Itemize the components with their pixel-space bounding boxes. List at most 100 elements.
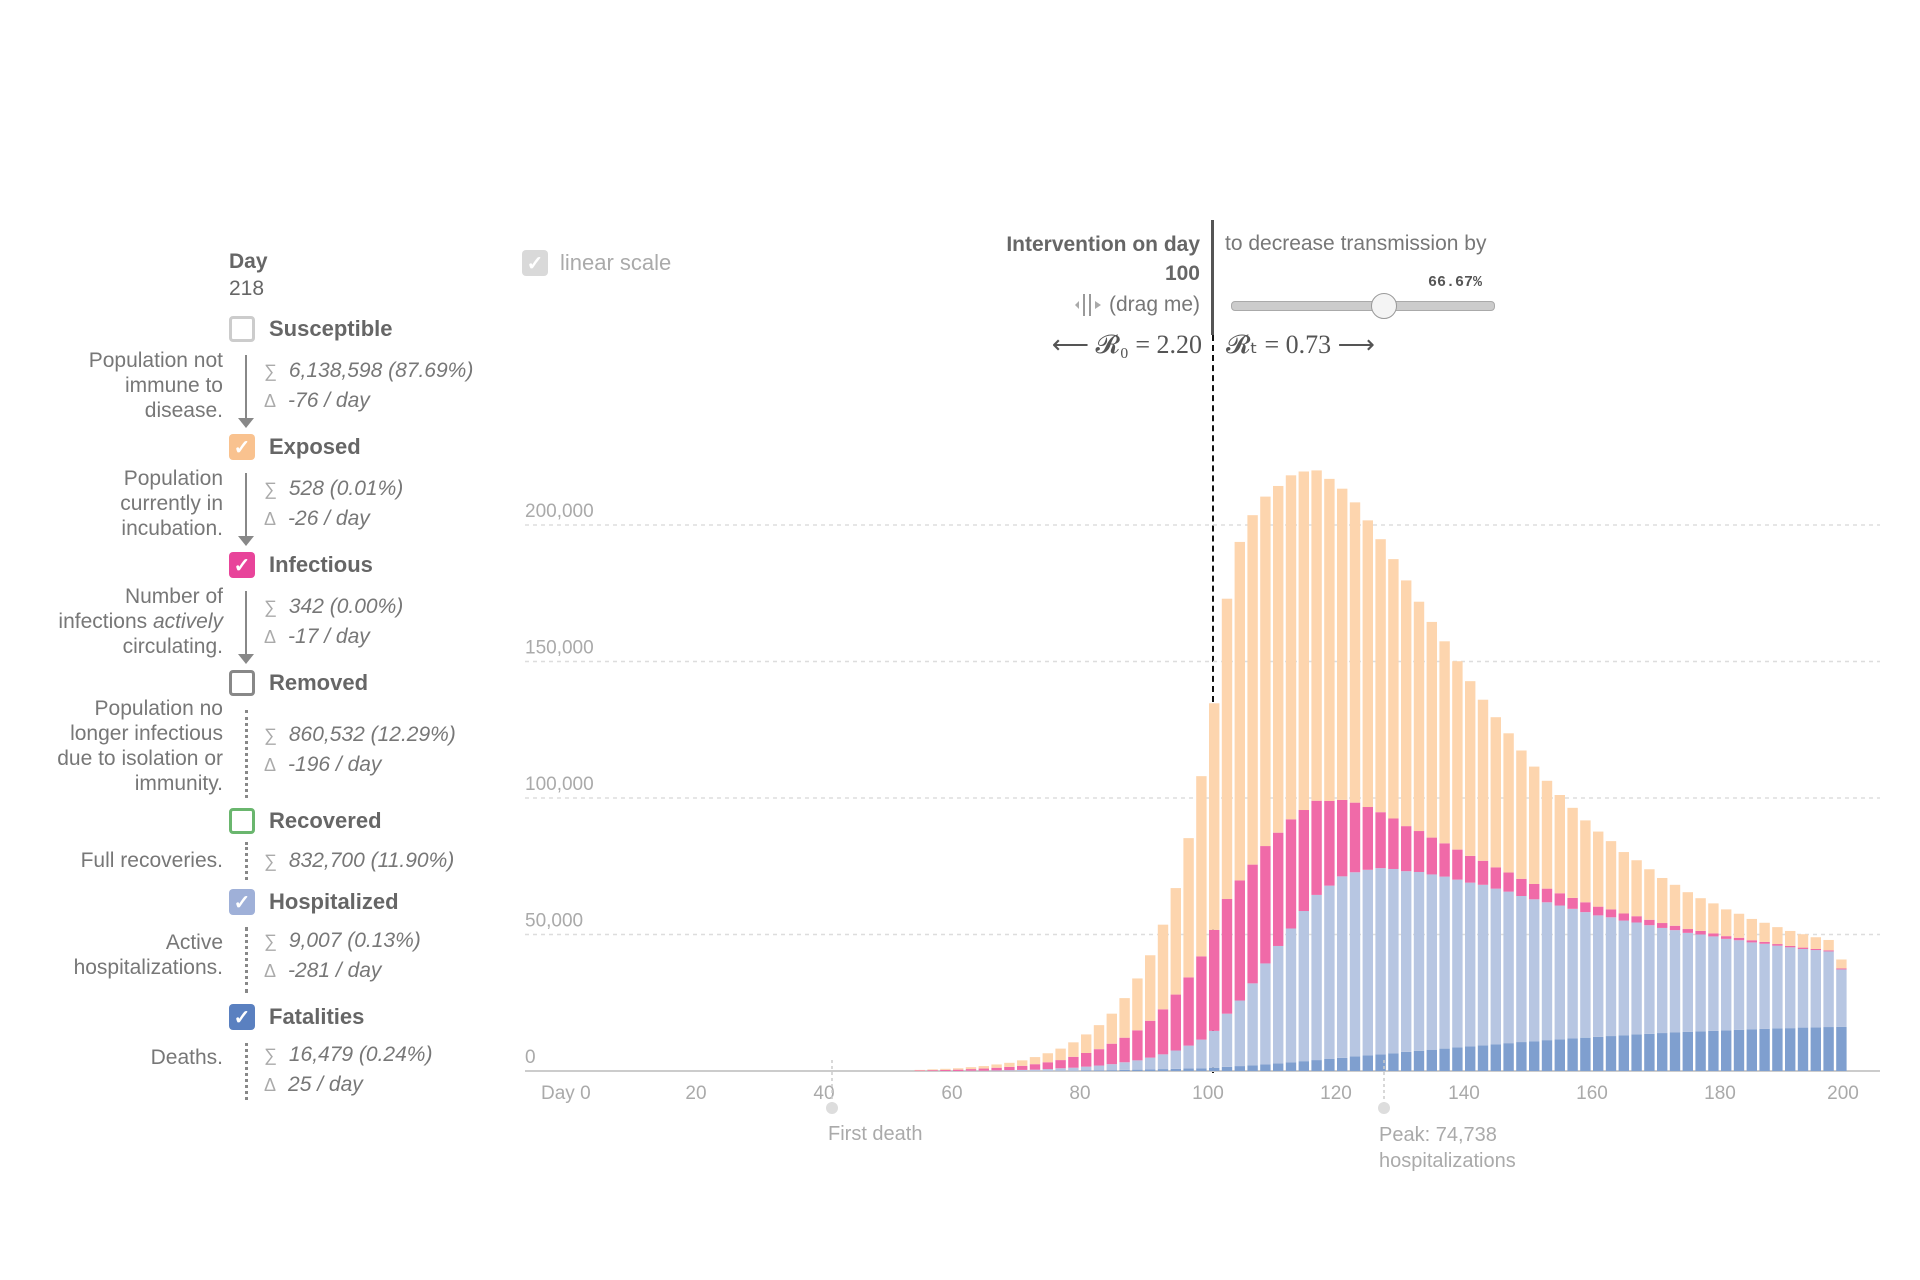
bar-fatalities	[1631, 1034, 1642, 1071]
bar-hospitalized	[1554, 905, 1565, 1040]
bar-exposed	[1644, 869, 1655, 920]
bar-fatalities	[1081, 1070, 1092, 1071]
y-tick-label: 150,000	[525, 638, 594, 659]
intervention-marker-line[interactable]	[1211, 220, 1214, 335]
bar-fatalities	[1605, 1036, 1617, 1071]
bar-hospitalized	[1772, 945, 1783, 1029]
sum-value: ∑ 16,479 (0.24%)	[264, 1043, 433, 1066]
bar-infectious	[1170, 994, 1181, 1051]
decrease-transmission-text: to decrease transmission by	[1225, 232, 1487, 255]
bar-fatalities	[1234, 1066, 1245, 1071]
compartment-removed[interactable]: Removed	[229, 670, 368, 696]
bar-fatalities	[1772, 1028, 1783, 1071]
sum-value: ∑ 832,700 (11.90%)	[264, 849, 455, 872]
bar-exposed	[1375, 539, 1386, 813]
arrow-down-icon	[238, 654, 254, 664]
compartment-label: Recovered	[269, 808, 382, 833]
transmission-slider-track[interactable]	[1231, 301, 1495, 311]
bar-hospitalized	[1657, 927, 1668, 1034]
bar-fatalities	[1375, 1054, 1386, 1071]
arrow-down-icon	[238, 418, 254, 428]
compartment-susceptible[interactable]: Susceptible	[229, 316, 392, 342]
annotation-first-death: First death	[828, 1123, 922, 1145]
bar-fatalities	[1567, 1038, 1578, 1071]
susceptible-checkbox[interactable]	[229, 316, 255, 342]
delta-icon: Δ	[264, 961, 277, 981]
bar-hospitalized	[1273, 945, 1284, 1064]
bar-fatalities	[1682, 1031, 1693, 1071]
bar-fatalities	[1260, 1064, 1271, 1071]
bar-exposed	[1554, 794, 1565, 894]
bar-hospitalized	[1452, 879, 1463, 1048]
bar-fatalities	[1618, 1035, 1629, 1071]
bar-exposed	[1593, 831, 1604, 907]
bar-infectious	[914, 1070, 925, 1071]
bar-infectious	[1081, 1052, 1092, 1067]
bar-infectious	[1401, 826, 1412, 872]
removed-checkbox[interactable]	[229, 670, 255, 696]
exposed-checkbox[interactable]: ✓	[229, 434, 255, 460]
bar-exposed	[1669, 884, 1681, 926]
bar-infectious	[1311, 800, 1322, 895]
delta-value: Δ 25 / day	[264, 1073, 363, 1096]
bar-fatalities	[1644, 1033, 1655, 1071]
bar-hospitalized	[1106, 1064, 1117, 1071]
compartment-exposed[interactable]: ✓ Exposed	[229, 434, 361, 460]
bar-hospitalized	[1477, 884, 1489, 1046]
compartment-hospitalized[interactable]: ✓ Hospitalized	[229, 889, 399, 915]
bar-fatalities	[1183, 1068, 1194, 1071]
bar-infectious	[1797, 947, 1809, 949]
bar-hospitalized	[1785, 947, 1796, 1029]
bar-hospitalized	[1029, 1069, 1041, 1071]
bar-infectious	[1106, 1043, 1117, 1065]
bar-infectious	[1324, 801, 1335, 886]
bar-exposed	[1170, 888, 1181, 995]
bar-exposed	[1401, 580, 1412, 827]
compartment-stats: ∑ 528 (0.01%) Δ -26 / day	[264, 474, 403, 534]
check-icon: ✓	[233, 891, 251, 914]
bar-fatalities	[1311, 1060, 1322, 1071]
infectious-checkbox[interactable]: ✓	[229, 552, 255, 578]
x-tick-label: 180	[1704, 1083, 1736, 1104]
bar-fatalities	[1580, 1037, 1591, 1071]
bar-infectious	[1029, 1064, 1041, 1070]
compartment-fatalities[interactable]: ✓ Fatalities	[229, 1004, 364, 1030]
bar-infectious	[1260, 846, 1271, 964]
compartment-stats: ∑ 9,007 (0.13%) Δ -281 / day	[264, 926, 421, 986]
bar-exposed	[1337, 488, 1348, 800]
bar-hospitalized	[1068, 1067, 1079, 1071]
sum-value: ∑ 860,532 (12.29%)	[264, 723, 456, 746]
sum-icon: ∑	[264, 931, 277, 951]
linear-scale-toggle[interactable]: ✓ linear scale	[522, 250, 671, 276]
hospitalized-checkbox[interactable]: ✓	[229, 889, 255, 915]
intervention-drag-handle[interactable]: (drag me)	[1073, 292, 1200, 318]
bar-infectious	[1477, 860, 1489, 885]
bar-hospitalized	[1298, 911, 1309, 1062]
bar-fatalities	[1746, 1029, 1757, 1071]
bar-exposed	[1631, 860, 1642, 917]
linear-scale-checkbox[interactable]: ✓	[522, 250, 548, 276]
sum-icon: ∑	[264, 479, 277, 499]
bar-exposed	[1810, 937, 1821, 949]
bar-exposed	[1439, 641, 1450, 844]
fatalities-checkbox[interactable]: ✓	[229, 1004, 255, 1030]
compartment-description: Active hospitalizations.	[73, 931, 223, 979]
bar-fatalities	[1349, 1056, 1361, 1071]
recovered-checkbox[interactable]	[229, 808, 255, 834]
bar-fatalities	[1721, 1030, 1732, 1071]
sum-value: ∑ 528 (0.01%)	[264, 477, 404, 500]
bar-infectious	[1669, 925, 1681, 931]
check-icon: ✓	[526, 252, 544, 275]
bar-infectious	[1183, 977, 1194, 1046]
bar-exposed	[1657, 877, 1668, 924]
intervention-dashed-line	[1212, 335, 1214, 1073]
transmission-slider-thumb[interactable]	[1370, 293, 1397, 319]
bar-exposed	[965, 1067, 977, 1070]
bar-fatalities	[1388, 1053, 1399, 1071]
compartment-infectious[interactable]: ✓ Infectious	[229, 552, 373, 578]
bar-exposed	[1388, 559, 1399, 819]
bar-fatalities	[1554, 1039, 1565, 1071]
compartment-recovered[interactable]: Recovered	[229, 808, 382, 834]
x-tick-label: 20	[685, 1083, 706, 1104]
compartment-stats: ∑ 832,700 (11.90%)	[264, 846, 454, 876]
